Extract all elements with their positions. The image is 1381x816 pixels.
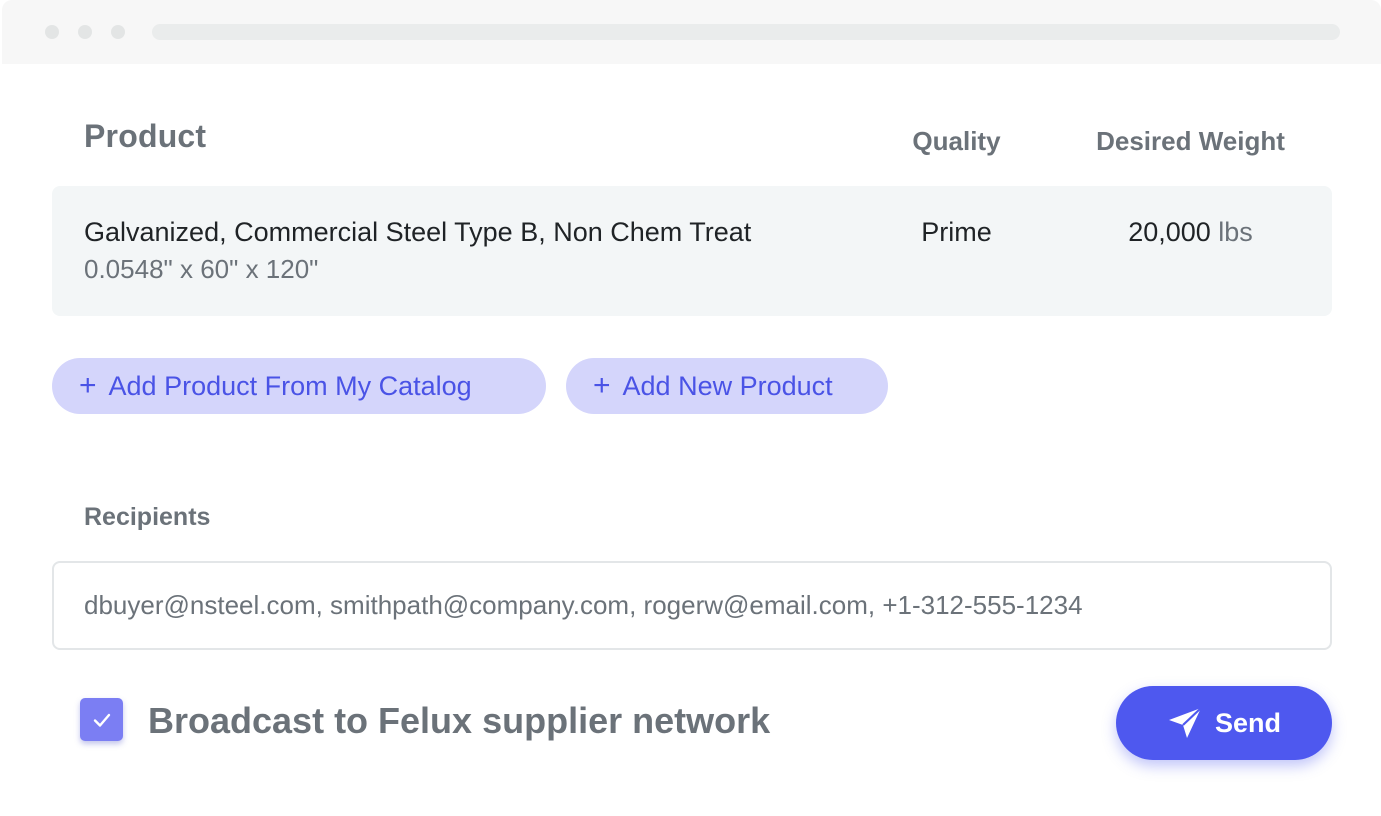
column-header-desired-weight: Desired Weight [1096,126,1285,156]
column-header-product: Product [84,118,207,154]
checkmark-icon [93,713,110,727]
paper-plane-icon [1167,706,1203,740]
recipients-label: Recipients [84,503,211,531]
window-control-dot[interactable] [78,25,92,39]
send-label: Send [1214,707,1281,738]
weight-unit: lbs [1218,217,1253,247]
broadcast-label: Broadcast to Felux supplier network [148,700,771,741]
add-from-catalog-label: Add Product From My Catalog [108,370,472,401]
broadcast-checkbox[interactable] [80,698,123,741]
product-dimensions: 0.0548" x 60" x 120" [84,254,319,284]
product-quality: Prime [921,217,992,247]
add-new-product-label: Add New Product [622,370,833,401]
window-control-dot[interactable] [111,25,125,39]
recipients-input[interactable] [52,561,1332,650]
table-row[interactable]: Galvanized, Commercial Steel Type B, Non… [52,186,1332,316]
add-new-product-button[interactable]: + Add New Product [566,358,888,414]
product-weight: 20,000 lbs [1068,217,1313,248]
add-product-from-catalog-button[interactable]: + Add Product From My Catalog [52,358,546,414]
column-header-quality: Quality [912,126,1001,156]
window-title-bar [2,0,1381,64]
window-control-dot[interactable] [45,25,59,39]
send-button[interactable]: Send [1116,686,1332,760]
plus-icon: + [79,369,97,402]
address-bar[interactable] [152,24,1340,40]
product-name: Galvanized, Commercial Steel Type B, Non… [84,217,752,247]
weight-value: 20,000 [1128,217,1211,247]
plus-icon: + [593,369,611,402]
